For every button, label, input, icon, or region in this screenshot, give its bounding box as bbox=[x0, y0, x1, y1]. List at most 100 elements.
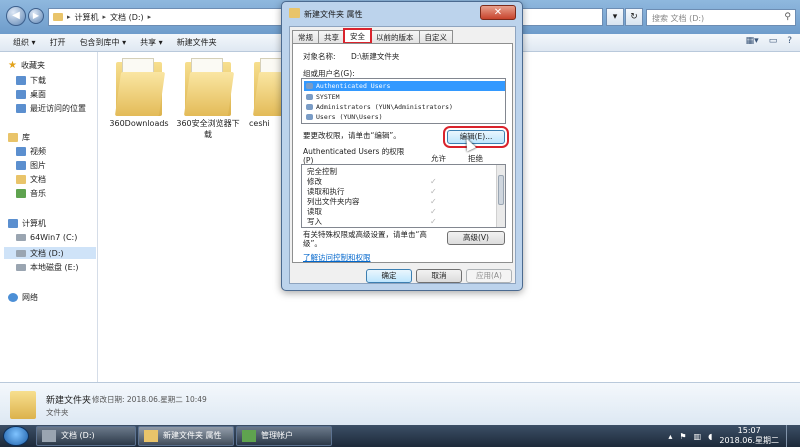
refresh-button[interactable]: ↻ bbox=[625, 8, 643, 26]
open-button[interactable]: 打开 bbox=[43, 37, 73, 48]
nav-downloads[interactable]: 下载 bbox=[16, 75, 46, 86]
download-icon bbox=[16, 76, 26, 85]
user-item[interactable]: Authenticated Users bbox=[304, 81, 505, 91]
organize-button[interactable]: 组织 ▾ bbox=[6, 37, 43, 48]
breadcrumb-drive[interactable]: 文档 (D:) bbox=[110, 12, 144, 23]
ok-button[interactable]: 确定 bbox=[366, 269, 412, 283]
dialog-title: 新建文件夹 属性 bbox=[304, 10, 363, 19]
cancel-button[interactable]: 取消 bbox=[416, 269, 462, 283]
nav-videos[interactable]: 视频 bbox=[16, 146, 46, 157]
nav-desktop[interactable]: 桌面 bbox=[16, 89, 46, 100]
help-icon[interactable]: ? bbox=[787, 36, 792, 46]
nav-pictures[interactable]: 图片 bbox=[16, 160, 46, 171]
nav-network[interactable]: 网络 bbox=[8, 292, 38, 303]
chevron-right-icon: ▸ bbox=[147, 13, 152, 21]
system-tray: ▴ ⚑ ▥ ◖ 15:07 2018.06.星期二 bbox=[668, 425, 800, 447]
drive-icon bbox=[16, 234, 26, 241]
user-item[interactable]: Administrators (YUN\Administrators) bbox=[304, 102, 505, 112]
permission-row: 完全控制 bbox=[302, 167, 498, 176]
user-label: Users (YUN\Users) bbox=[316, 113, 383, 121]
user-group-icon bbox=[306, 104, 313, 110]
folder-icon[interactable] bbox=[114, 58, 166, 116]
share-button[interactable]: 共享 ▾ bbox=[133, 37, 170, 48]
tab-sharing[interactable]: 共享 bbox=[318, 30, 345, 43]
nav-drive-d[interactable]: 文档 (D:) bbox=[4, 247, 96, 259]
tray-arrow-icon[interactable]: ▴ bbox=[668, 432, 672, 441]
permission-name: 读取 bbox=[307, 207, 322, 216]
task-manage-accounts[interactable]: 管理帐户 bbox=[236, 426, 332, 446]
nav-favorites[interactable]: ★ 收藏夹 bbox=[8, 60, 45, 71]
view-options-icon[interactable]: ▦▾ bbox=[746, 36, 759, 46]
nav-documents[interactable]: 文档 bbox=[16, 174, 46, 185]
library-icon bbox=[8, 133, 18, 142]
tab-security[interactable]: 安全 bbox=[343, 28, 372, 44]
user-item[interactable]: SYSTEM bbox=[304, 92, 505, 102]
nav-label: 音乐 bbox=[30, 189, 46, 198]
nav-label: 收藏夹 bbox=[20, 61, 45, 70]
users-listbox[interactable]: Authenticated Users SYSTEM Administrator… bbox=[301, 78, 506, 124]
volume-icon[interactable]: ◖ bbox=[708, 432, 712, 441]
check-icon: ✓ bbox=[430, 197, 437, 206]
nav-label: 计算机 bbox=[22, 219, 46, 228]
picture-icon bbox=[16, 161, 26, 170]
folder-label[interactable]: 360安全浏览器下 载 bbox=[168, 118, 248, 140]
advanced-button[interactable]: 高级(V) bbox=[447, 231, 505, 245]
new-folder-button[interactable]: 新建文件夹 bbox=[170, 37, 224, 48]
computer-icon bbox=[8, 219, 18, 228]
forward-icon[interactable]: ▶ bbox=[28, 8, 44, 24]
flag-icon[interactable]: ⚑ bbox=[679, 432, 686, 441]
address-dropdown-button[interactable]: ▾ bbox=[606, 8, 624, 26]
scrollbar-thumb[interactable] bbox=[498, 175, 504, 205]
clock[interactable]: 15:07 2018.06.星期二 bbox=[719, 426, 779, 446]
nav-music[interactable]: 音乐 bbox=[16, 188, 46, 199]
tab-general[interactable]: 常规 bbox=[292, 30, 319, 43]
tab-previous-versions[interactable]: 以前的版本 bbox=[370, 30, 420, 43]
permissions-scrollbar[interactable] bbox=[496, 165, 505, 227]
task-properties[interactable]: 新建文件夹 属性 bbox=[138, 426, 234, 446]
nav-label: 桌面 bbox=[30, 90, 46, 99]
chevron-right-icon: ▸ bbox=[67, 13, 71, 21]
edit-hint: 要更改权限，请单击“编辑”。 bbox=[303, 131, 401, 140]
edit-button[interactable]: 编辑(E)... bbox=[443, 126, 509, 148]
include-in-library-button[interactable]: 包含到库中 ▾ bbox=[73, 37, 134, 48]
user-label: Authenticated Users bbox=[316, 82, 391, 90]
nav-drive-c[interactable]: 64Win7 (C:) bbox=[16, 233, 77, 242]
folder-label[interactable]: 360Downloads bbox=[99, 118, 179, 129]
search-input[interactable]: 搜索 文档 (D:) ⚲ bbox=[646, 9, 796, 26]
back-icon[interactable]: ◀ bbox=[6, 6, 26, 26]
nav-label: 64Win7 (C:) bbox=[30, 233, 78, 242]
apply-button[interactable]: 应用(A) bbox=[466, 269, 512, 283]
nav-label: 图片 bbox=[30, 161, 46, 170]
network-icon bbox=[8, 293, 18, 302]
check-icon: ✓ bbox=[430, 177, 437, 186]
start-button[interactable] bbox=[3, 426, 29, 446]
details-name: 新建文件夹 bbox=[46, 396, 92, 406]
details-pane: 新建文件夹 修改日期: 2018.06.星期二 10:49 文件夹 bbox=[0, 382, 800, 425]
task-explorer[interactable]: 文档 (D:) bbox=[36, 426, 136, 446]
video-icon bbox=[16, 147, 26, 156]
preview-pane-icon[interactable]: ▭ bbox=[769, 36, 778, 46]
permission-row: 读取 ✓ bbox=[302, 207, 498, 216]
nav-label: 文档 bbox=[30, 175, 46, 184]
user-group-icon bbox=[306, 83, 313, 89]
user-accounts-icon bbox=[242, 430, 256, 442]
nav-drive-e[interactable]: 本地磁盘 (E:) bbox=[16, 262, 79, 273]
close-button[interactable]: ✕ bbox=[480, 5, 516, 20]
folder-icon[interactable] bbox=[183, 58, 235, 116]
show-desktop-button[interactable] bbox=[786, 425, 794, 447]
nav-label: 网络 bbox=[22, 293, 38, 302]
tab-customize[interactable]: 自定义 bbox=[418, 30, 453, 43]
breadcrumb-computer[interactable]: 计算机 bbox=[75, 12, 99, 23]
dialog-body: 常规 共享 安全 以前的版本 自定义 对象名称: D:\新建文件夹 组或用户名(… bbox=[289, 26, 516, 284]
nav-libraries[interactable]: 库 bbox=[8, 132, 30, 143]
properties-dialog: 新建文件夹 属性 ✕ 常规 共享 安全 以前的版本 自定义 对象名称: D:\新… bbox=[281, 1, 523, 291]
user-item[interactable]: Users (YUN\Users) bbox=[304, 112, 505, 122]
security-panel: 对象名称: D:\新建文件夹 组或用户名(G): Authenticated U… bbox=[292, 43, 513, 263]
star-icon: ★ bbox=[8, 60, 17, 71]
nav-recent[interactable]: 最近访问的位置 bbox=[16, 103, 86, 114]
nav-computer[interactable]: 计算机 bbox=[8, 218, 46, 229]
learn-access-control-link[interactable]: 了解访问控制和权限 bbox=[303, 252, 371, 263]
user-group-icon bbox=[306, 94, 313, 100]
network-icon[interactable]: ▥ bbox=[694, 432, 702, 441]
allow-header: 允许 bbox=[431, 154, 446, 163]
